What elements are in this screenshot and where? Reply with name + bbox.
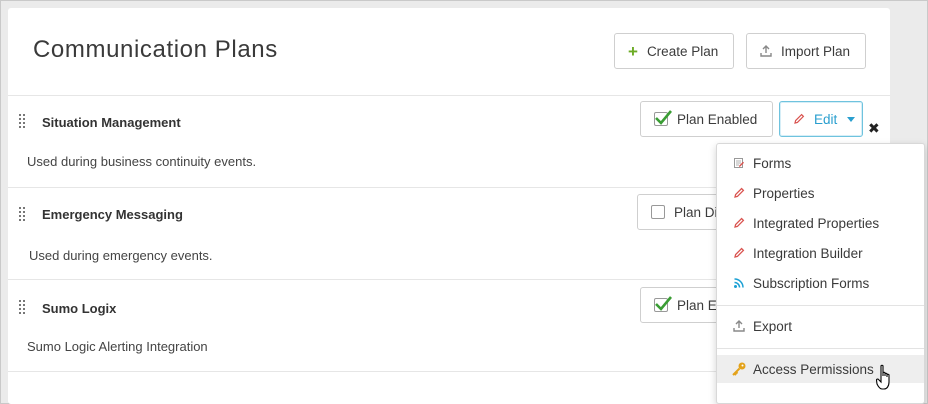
menu-item-label: Export: [753, 318, 793, 334]
checkbox-unchecked-icon: [651, 205, 665, 219]
menu-item-integrated-properties[interactable]: Integrated Properties: [717, 209, 924, 237]
menu-item-forms[interactable]: Forms: [717, 149, 924, 177]
menu-item-integration-builder[interactable]: Integration Builder: [717, 239, 924, 267]
pencil-icon: [733, 247, 745, 259]
pencil-icon: [733, 217, 745, 229]
menu-divider: [717, 348, 924, 349]
menu-item-label: Access Permissions: [753, 361, 874, 377]
menu-item-properties[interactable]: Properties: [717, 179, 924, 207]
drag-handle-icon[interactable]: [19, 300, 27, 314]
chevron-down-icon: [847, 116, 856, 122]
pencil-icon: [793, 113, 805, 125]
menu-item-label: Subscription Forms: [753, 275, 870, 291]
menu-item-label: Forms: [753, 155, 792, 171]
menu-item-label: Integrated Properties: [753, 215, 880, 231]
key-icon: [731, 361, 747, 377]
plus-icon: +: [628, 41, 638, 61]
menu-item-label: Integration Builder: [753, 245, 863, 261]
create-plan-button[interactable]: + Create Plan: [614, 33, 734, 69]
menu-item-label: Properties: [753, 185, 815, 201]
menu-item-export[interactable]: Export: [717, 312, 924, 340]
import-plan-button[interactable]: Import Plan: [746, 33, 866, 69]
menu-divider: [717, 305, 924, 306]
plan-status-label: Plan Enabled: [677, 111, 758, 127]
export-icon: [733, 320, 745, 332]
menu-item-subscription-forms[interactable]: Subscription Forms: [717, 269, 924, 297]
plan-status-label: Plan Di: [674, 204, 718, 220]
import-plan-label: Import Plan: [781, 43, 851, 59]
checkbox-checked-icon: [654, 110, 672, 126]
plan-description: Sumo Logic Alerting Integration: [27, 339, 208, 354]
drag-handle-icon[interactable]: [19, 114, 27, 128]
drag-handle-icon[interactable]: [19, 207, 27, 221]
plan-name[interactable]: Emergency Messaging: [42, 207, 183, 222]
forms-icon: [733, 157, 745, 169]
upload-icon: [760, 45, 772, 57]
pencil-icon: [733, 187, 745, 199]
close-icon[interactable]: ✖: [868, 120, 880, 137]
page-header: Communication Plans + Create Plan Import…: [8, 8, 890, 96]
plan-status-toggle[interactable]: Plan Enabled: [640, 101, 773, 137]
rss-icon: [733, 277, 745, 289]
edit-dropdown-button[interactable]: Edit: [779, 101, 863, 137]
plan-status-label: Plan E: [677, 297, 717, 313]
create-plan-label: Create Plan: [646, 43, 719, 59]
plan-name[interactable]: Situation Management: [42, 115, 181, 130]
checkbox-checked-icon: [654, 296, 672, 312]
plan-description: Used during emergency events.: [29, 248, 213, 263]
edit-label: Edit: [814, 111, 838, 127]
hand-cursor-icon: [875, 364, 896, 397]
plan-description: Used during business continuity events.: [27, 154, 257, 169]
plan-name[interactable]: Sumo Logix: [42, 301, 116, 316]
page-title: Communication Plans: [33, 36, 278, 63]
